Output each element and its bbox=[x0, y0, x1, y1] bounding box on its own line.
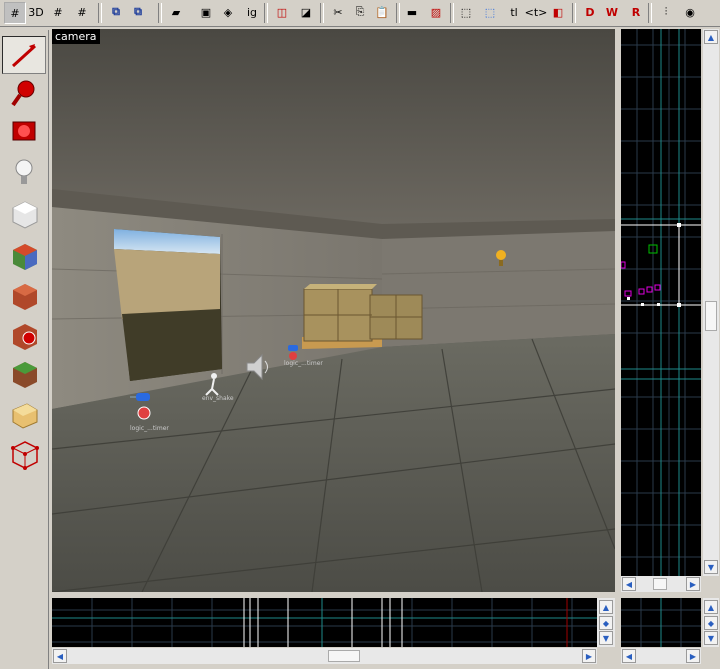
selection-bounds-icon[interactable]: ⬚ bbox=[456, 2, 476, 22]
scroll-thumb[interactable] bbox=[705, 301, 717, 331]
run-map-icon[interactable]: ◉ bbox=[680, 2, 700, 22]
vertex-tool-icon[interactable] bbox=[2, 434, 46, 472]
scroll-thumb[interactable]: ◆ bbox=[599, 616, 613, 630]
tool-palette bbox=[0, 30, 49, 669]
paste-icon[interactable]: 📋 bbox=[372, 2, 392, 22]
front-viewport-hscroll[interactable]: ◀ ▶ bbox=[621, 648, 701, 664]
scroll-down-button[interactable]: ▼ bbox=[704, 560, 718, 574]
scroll-thumb[interactable] bbox=[328, 650, 360, 662]
top-2d-grid bbox=[52, 598, 597, 647]
map-info-icon[interactable]: R bbox=[626, 2, 646, 22]
toolbar-separator bbox=[396, 3, 400, 23]
front-2d-grid bbox=[621, 598, 701, 647]
scroll-down-button[interactable]: ▼ bbox=[704, 631, 718, 645]
side-2d-viewport[interactable] bbox=[621, 29, 701, 576]
toolbar-separator bbox=[572, 3, 576, 23]
scroll-thumb[interactable]: ◆ bbox=[704, 616, 718, 630]
block-tool-icon[interactable] bbox=[2, 194, 46, 232]
overlay-tool-icon[interactable] bbox=[2, 354, 46, 392]
select-by-handles-icon[interactable]: ⬚ bbox=[480, 2, 500, 22]
scroll-up-button[interactable]: ▲ bbox=[704, 600, 718, 614]
side-viewport-hscroll[interactable]: ◀ ▶ bbox=[621, 576, 701, 592]
apply-texture-icon[interactable]: ▨ bbox=[426, 2, 446, 22]
toolbar-separator bbox=[98, 3, 102, 23]
viewport-label: camera bbox=[52, 29, 100, 44]
entity-report-icon[interactable]: D bbox=[580, 2, 600, 22]
decal-tool-icon[interactable] bbox=[2, 316, 46, 354]
ignore-groups-label[interactable]: ig bbox=[242, 2, 262, 22]
tl-label[interactable]: tl bbox=[504, 2, 524, 22]
env-shake-label: env_shake bbox=[202, 395, 234, 402]
scroll-left-button[interactable]: ◀ bbox=[53, 649, 67, 663]
top-viewport-hscroll[interactable]: ◀ ▶ bbox=[52, 648, 597, 664]
scroll-up-button[interactable]: ▲ bbox=[599, 600, 613, 614]
hide-items-icon[interactable]: ◫ bbox=[272, 2, 292, 22]
entity-tool-icon[interactable] bbox=[2, 154, 46, 192]
top-viewport-vscroll[interactable]: ▲ ◆ ▼ bbox=[597, 598, 615, 647]
main-toolbar: #3D # # ⧉ ⧉ ▰ ▣ ◈ ig ◫ ◪ ✂ ⎘ 📋 ▬ ▨ ⬚ ⬚ tl <t> ◧ D W R ⫶ ◉ bbox=[0, 0, 720, 27]
scroll-left-button[interactable]: ◀ bbox=[622, 649, 636, 663]
front-2d-viewport[interactable] bbox=[621, 598, 701, 647]
scroll-up-button[interactable]: ▲ bbox=[704, 30, 718, 44]
carve-icon[interactable]: ▰ bbox=[166, 2, 186, 22]
toolbar-separator bbox=[648, 3, 652, 23]
vertex-edit-icon[interactable]: <t> bbox=[525, 2, 548, 22]
texture-lock-icon[interactable]: ◈ bbox=[218, 2, 238, 22]
scroll-down-button[interactable]: ▼ bbox=[599, 631, 613, 645]
toolbar-separator bbox=[320, 3, 324, 23]
apply-current-texture-icon[interactable] bbox=[2, 276, 46, 314]
camera-scene bbox=[52, 29, 615, 592]
texture-application-icon[interactable] bbox=[2, 236, 46, 274]
scroll-right-button[interactable]: ▶ bbox=[582, 649, 596, 663]
toolbar-separator bbox=[264, 3, 268, 23]
snap-icon[interactable]: ⫶ bbox=[656, 2, 676, 22]
grid-3d-icon[interactable]: 3D bbox=[26, 2, 46, 22]
scroll-right-button[interactable]: ▶ bbox=[686, 649, 700, 663]
camera-viewport[interactable]: camera env_shake logic_...timer logic_..… bbox=[52, 29, 615, 592]
toolbar-separator bbox=[158, 3, 162, 23]
scroll-left-button[interactable]: ◀ bbox=[622, 577, 636, 591]
logic-timer-label-2: logic_...timer bbox=[284, 360, 323, 367]
selection-tool-icon[interactable] bbox=[2, 36, 46, 74]
side-viewport-vscroll[interactable]: ▲ ▼ bbox=[703, 29, 719, 576]
scroll-thumb[interactable] bbox=[653, 578, 667, 590]
hollow-icon[interactable]: ▣ bbox=[196, 2, 216, 22]
group-icon[interactable]: ⧉ bbox=[106, 2, 126, 22]
check-problems-icon[interactable]: W bbox=[602, 2, 622, 22]
top-2d-viewport[interactable] bbox=[52, 598, 597, 647]
clipping-tool-icon[interactable] bbox=[2, 394, 46, 432]
grid-smaller-icon[interactable]: # bbox=[48, 2, 68, 22]
ungroup-icon[interactable]: ⧉ bbox=[128, 2, 148, 22]
cut-icon[interactable]: ✂ bbox=[328, 2, 348, 22]
side-2d-grid bbox=[621, 29, 701, 576]
clip-icon[interactable]: ◧ bbox=[548, 2, 568, 22]
scroll-right-button[interactable]: ▶ bbox=[686, 577, 700, 591]
solid-block-icon[interactable]: ▬ bbox=[402, 2, 422, 22]
magnify-tool-icon[interactable] bbox=[2, 74, 46, 112]
copy-icon[interactable]: ⎘ bbox=[350, 2, 370, 22]
grid-larger-icon[interactable]: # bbox=[72, 2, 92, 22]
camera-tool-icon[interactable] bbox=[2, 112, 46, 150]
logic-timer-label: logic_...timer bbox=[130, 425, 169, 432]
show-items-icon[interactable]: ◪ bbox=[296, 2, 316, 22]
grid-toggle-icon[interactable]: # bbox=[4, 2, 26, 24]
front-viewport-vscroll[interactable]: ▲ ◆ ▼ bbox=[703, 598, 719, 647]
toolbar-separator bbox=[450, 3, 454, 23]
